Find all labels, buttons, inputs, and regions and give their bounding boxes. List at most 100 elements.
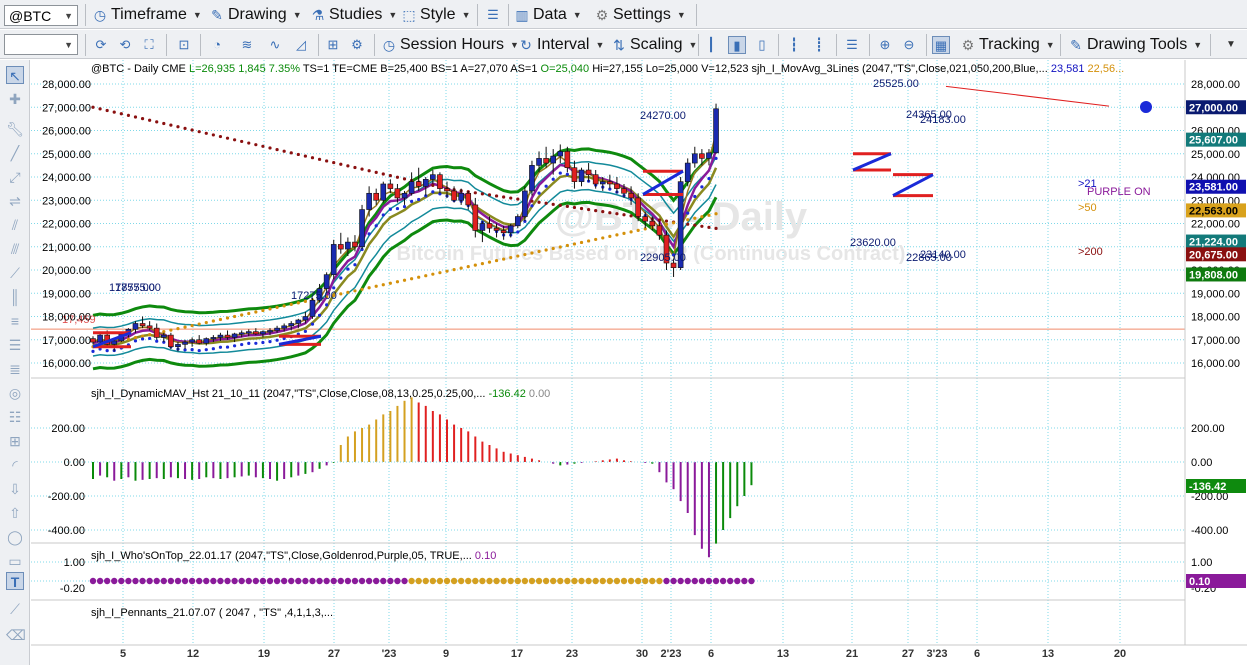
chevron-down-icon[interactable]: ▼ xyxy=(64,11,73,21)
ma21-dot xyxy=(332,286,336,290)
left-price-label: 17,000.00 xyxy=(42,335,91,347)
interval-select[interactable]: ▼ xyxy=(4,34,78,55)
cog-grid-icon[interactable]: ⚙ xyxy=(348,36,366,54)
eraser-icon[interactable]: ⌫ xyxy=(6,626,26,644)
settings-button[interactable]: ⚙ Settings ▼ xyxy=(594,4,686,26)
ma200-dot xyxy=(339,162,343,166)
ma50-dot xyxy=(395,280,400,284)
data-window-icon[interactable]: ▦ xyxy=(932,36,950,54)
trendline-icon[interactable]: ╱ xyxy=(6,144,24,162)
channel-alt-icon[interactable]: ⫻ xyxy=(6,240,24,258)
rectangle-icon[interactable]: ▭ xyxy=(6,552,24,570)
ma50-dot xyxy=(452,268,456,272)
bar-chart-icon[interactable]: ┃ xyxy=(702,36,720,54)
left-price-label: 21,000.00 xyxy=(42,242,91,254)
ma50-dot xyxy=(148,333,152,337)
text-tool-icon[interactable]: T xyxy=(6,572,24,590)
hollow-candle-icon[interactable]: ▯ xyxy=(753,36,771,54)
speed-icon[interactable]: ◔ xyxy=(208,36,226,54)
channel-icon[interactable]: ⫽ xyxy=(6,216,24,234)
chevron-down-icon: ▼ xyxy=(688,40,698,50)
whosontop-dot xyxy=(429,577,437,585)
ellipse-icon[interactable]: ◯ xyxy=(6,528,24,546)
chart-type-icon[interactable]: ◿ xyxy=(292,36,310,54)
ma200-dot xyxy=(140,117,145,121)
arrow-down-icon[interactable]: ⇩ xyxy=(6,480,24,498)
whosontop-dot xyxy=(705,577,713,585)
session-hours-button[interactable]: ◷ Session Hours ▼ xyxy=(381,34,519,56)
ma50-dot xyxy=(247,311,251,316)
x-axis-label: 23 xyxy=(566,648,578,660)
ma50-dot xyxy=(494,258,499,263)
hline-set-icon[interactable]: ☷ xyxy=(6,408,24,426)
grid-icon[interactable]: ⊞ xyxy=(324,36,342,54)
pointer-icon[interactable]: ↖ xyxy=(6,66,24,84)
data-label: Data xyxy=(533,6,567,23)
vertical-line-icon[interactable]: ║ xyxy=(6,288,24,306)
whosontop-dot xyxy=(231,577,238,585)
refresh-all-icon[interactable]: ⟲ xyxy=(116,36,134,54)
ma200-dot xyxy=(502,195,506,199)
arrow-up-icon[interactable]: ⇧ xyxy=(6,504,24,522)
fib-icon[interactable]: ☰ xyxy=(6,336,24,354)
x-axis-label: 12 xyxy=(187,648,199,660)
whosontop-dot xyxy=(401,577,408,585)
crosshair-icon[interactable]: ✚ xyxy=(6,90,24,108)
drawing-button[interactable]: ✎ Drawing ▼ xyxy=(209,4,301,26)
chart-area[interactable]: @BTC - Daily Bitcoin Futures Based on BR… xyxy=(31,60,1247,665)
whosontop-dot xyxy=(613,577,621,585)
data-button[interactable]: ▥ Data ▼ xyxy=(514,4,581,26)
refresh-icon[interactable]: ⟳ xyxy=(92,36,110,54)
chevron-down-icon: ▼ xyxy=(192,10,202,20)
wave-icon[interactable]: ∿ xyxy=(266,36,284,54)
volume-icon[interactable]: ┇ xyxy=(785,36,803,54)
ma50-dot xyxy=(240,313,244,317)
ma21-dot xyxy=(325,303,329,307)
zoom-out-icon[interactable]: ⊖ xyxy=(900,36,918,54)
lines-icon[interactable]: ≣ xyxy=(6,360,24,378)
wot-right-label: 1.00 xyxy=(1191,557,1212,569)
grid-icon[interactable]: ⊞ xyxy=(6,432,24,450)
toolbar-overflow-icon[interactable]: ▼ xyxy=(1222,36,1240,54)
drawing-tools-button[interactable]: ✎ Drawing Tools ▼ xyxy=(1068,34,1202,56)
zoom-in-icon[interactable]: ⊕ xyxy=(876,36,894,54)
measure-icon[interactable]: ⟋ xyxy=(6,600,24,618)
ma50-dot xyxy=(459,266,463,270)
symbol-input[interactable]: @BTC ▼ xyxy=(4,5,78,26)
ma50-dot xyxy=(388,281,392,285)
scaling-button[interactable]: ⇅ Scaling ▼ xyxy=(611,34,697,56)
ma50-dot xyxy=(608,234,612,239)
layout-icon[interactable]: ☰ xyxy=(484,6,502,24)
ma21-dot xyxy=(268,339,272,344)
zoom-window-icon[interactable]: ⊡ xyxy=(175,36,193,54)
whosontop-dot xyxy=(252,577,260,585)
whosontop-dot xyxy=(514,577,521,585)
price-tag: 22,563.00 xyxy=(1186,203,1246,218)
interval-button[interactable]: ↻ Interval ▼ xyxy=(518,34,604,56)
session-hours-label: Session Hours xyxy=(400,36,505,53)
studies-button[interactable]: ⚗ Studies ▼ xyxy=(310,4,398,26)
pattern-icon[interactable]: ≋ xyxy=(238,36,256,54)
parallel-lines-icon[interactable]: ≡ xyxy=(6,312,24,330)
fan-icon[interactable]: ⟋ xyxy=(6,264,24,282)
tracking-button[interactable]: ⚙ Tracking ▼ xyxy=(960,34,1055,56)
expand-icon[interactable]: ⛶ xyxy=(140,36,158,54)
candle xyxy=(529,160,535,196)
ray-icon[interactable]: ⤢ xyxy=(6,168,24,186)
histogram-icon[interactable]: ┋ xyxy=(810,36,828,54)
ma21-dot xyxy=(417,197,421,202)
ma50-dot xyxy=(353,289,357,293)
style-button[interactable]: ⬚ Style ▼ xyxy=(401,4,470,26)
gann-icon[interactable]: ◎ xyxy=(6,384,24,402)
timeframe-button[interactable]: ◷ Timeframe ▼ xyxy=(92,4,202,26)
arc-icon[interactable]: ◜ xyxy=(6,456,24,474)
candlestick-icon[interactable]: ▮ xyxy=(728,36,746,54)
scaling-label: Scaling xyxy=(630,36,683,53)
wrench-icon[interactable]: 🔧︎ xyxy=(6,120,24,138)
chevron-down-icon[interactable]: ▼ xyxy=(64,40,73,50)
layout-icon[interactable]: ☰ xyxy=(843,36,861,54)
flask-icon: ⚗ xyxy=(311,7,325,23)
hline-icon[interactable]: ⇌ xyxy=(6,192,24,210)
whosontop-dot xyxy=(571,577,578,585)
whosontop-dot xyxy=(160,577,167,585)
